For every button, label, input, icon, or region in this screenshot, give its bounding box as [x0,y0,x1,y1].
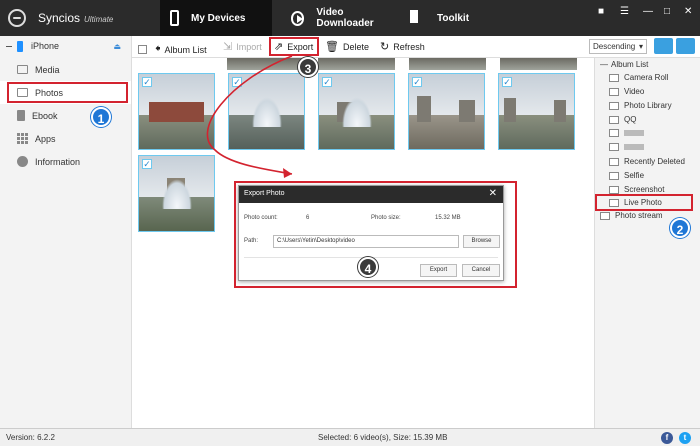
annotation-arrow [206,55,293,178]
step-badge-1: 1 [91,107,111,127]
step-badge-2: 2 [670,218,690,238]
twitter-icon[interactable]: t [679,432,691,444]
selection-text: Selected: 6 video(s), Size: 15.39 MB [318,433,448,442]
step-badge-3: 3 [298,57,318,77]
version-text: Version: 6.2.2 [6,433,55,442]
step-badge-4: 4 [358,257,378,277]
facebook-icon[interactable]: f [661,432,673,444]
status-bar: Version: 6.2.2 Selected: 6 video(s), Siz… [0,428,700,446]
